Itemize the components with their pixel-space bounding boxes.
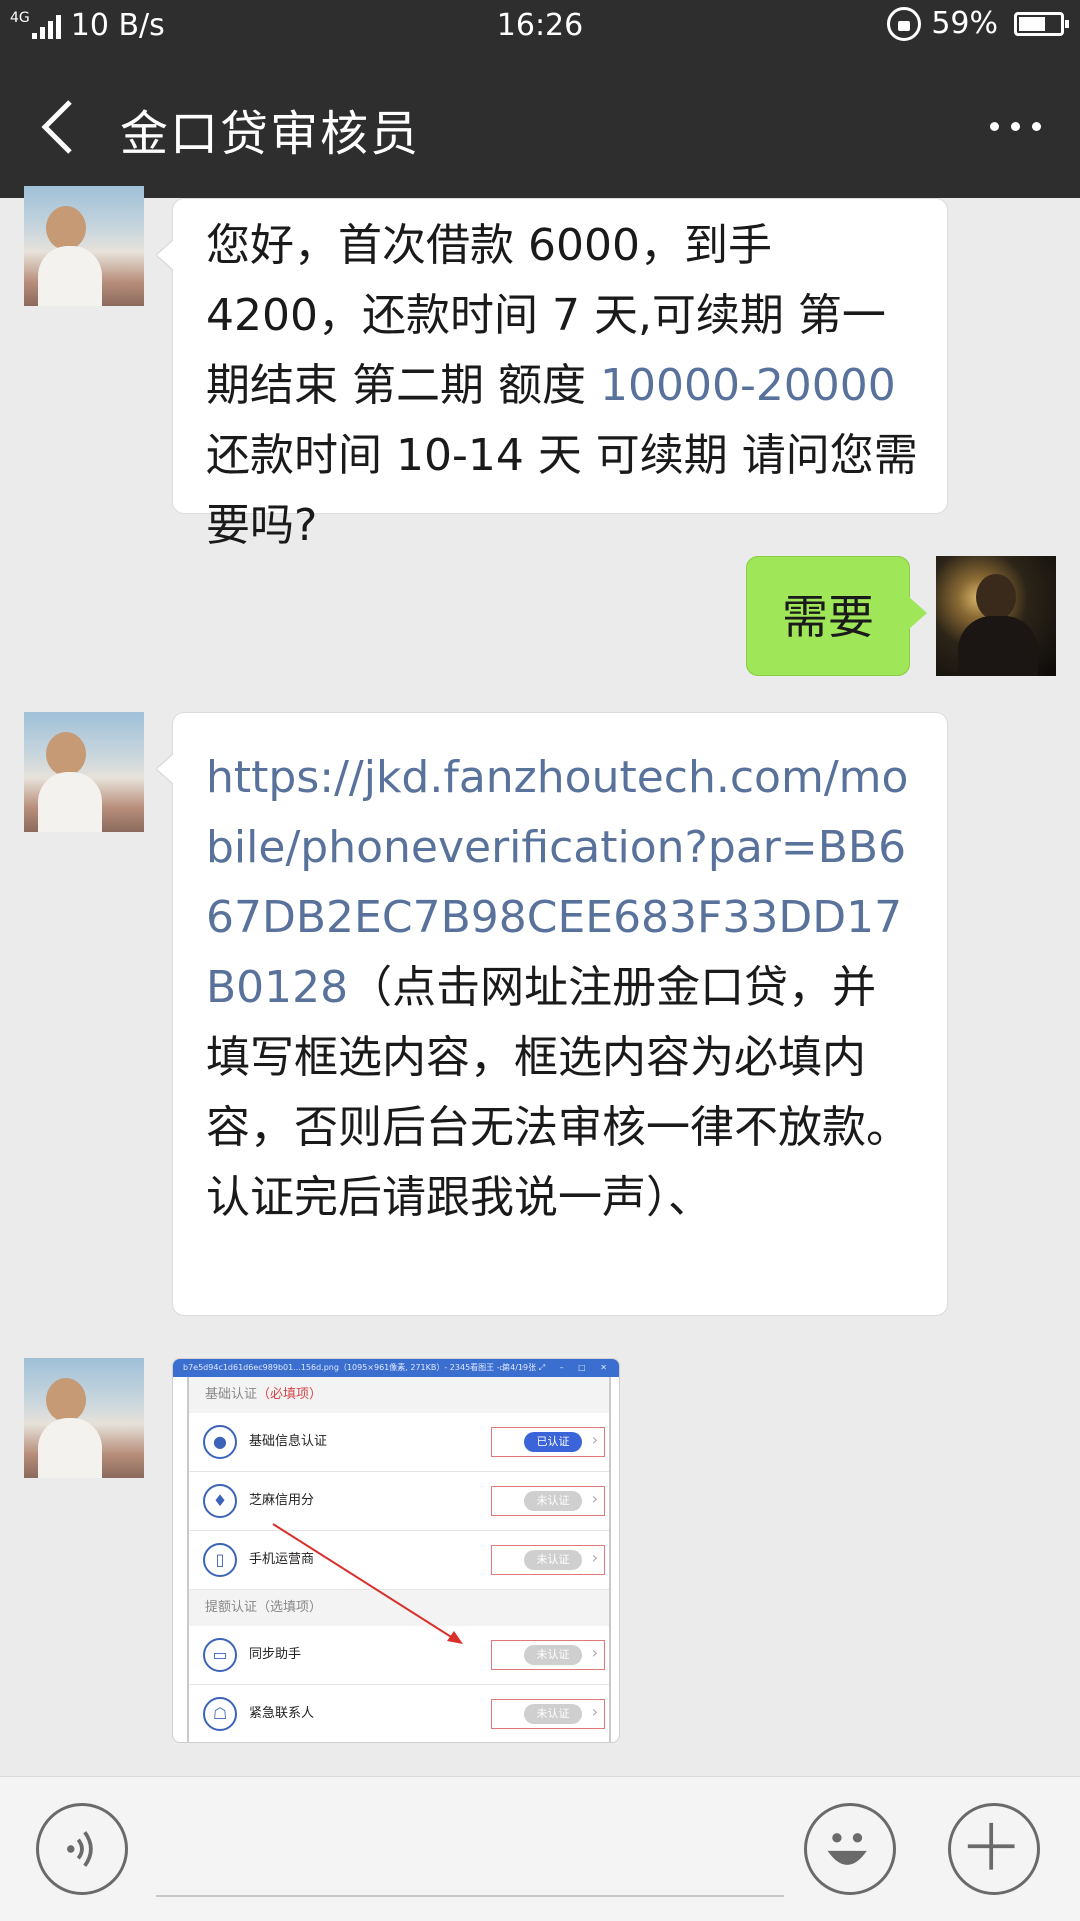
message-text: 需要	[782, 590, 874, 644]
chevron-right-icon: ›	[591, 1548, 598, 1567]
contact-avatar[interactable]	[24, 1358, 144, 1478]
image-message[interactable]: b7e5d94c1d61d6ec989b01...156d.png（1095×9…	[172, 1358, 620, 1743]
message-input[interactable]	[156, 1817, 784, 1897]
row-label: 紧急联系人	[249, 1706, 315, 1721]
battery-icon	[1014, 11, 1069, 36]
my-avatar[interactable]	[936, 556, 1056, 676]
chevron-right-icon: ›	[591, 1702, 598, 1721]
row-label: 手机运营商	[249, 1552, 315, 1567]
status-box: 未认证 ›	[491, 1486, 605, 1516]
more-dots-icon	[989, 121, 999, 131]
row-label: 芝麻信用分	[249, 1493, 315, 1508]
user-icon: ●	[203, 1425, 237, 1459]
contact-avatar[interactable]	[24, 186, 144, 306]
status-badge: 未认证	[524, 1645, 582, 1665]
book-icon: ▭	[203, 1638, 237, 1672]
section-header: 提额认证（选填项）	[189, 1590, 609, 1626]
flame-icon: ♦	[203, 1484, 237, 1518]
verification-row: ☖ 紧急联系人 未认证 ›	[189, 1685, 609, 1742]
image-window-title: b7e5d94c1d61d6ec989b01...156d.png（1095×9…	[183, 1363, 537, 1372]
phone-icon: ▯	[203, 1543, 237, 1577]
chevron-right-icon: ›	[591, 1489, 598, 1508]
status-badge: 未认证	[524, 1704, 582, 1724]
status-badge: 未认证	[524, 1550, 582, 1570]
row-label: 基础信息认证	[249, 1434, 328, 1449]
verification-list: 基础认证（必填项） ● 基础信息认证 已认证 › ♦ 芝麻信用分 未认证 › ▯ 手…	[187, 1377, 611, 1742]
more-functions-button[interactable]	[948, 1803, 1040, 1895]
chat-title: 金口贷审核员	[120, 106, 421, 162]
chevron-right-icon: ›	[591, 1430, 598, 1449]
window-buttons: ▫ ◦ ⤢ – □ ✕	[499, 1363, 613, 1372]
more-button[interactable]	[980, 106, 1050, 146]
verification-row: ▯ 手机运营商 未认证 ›	[189, 1531, 609, 1590]
message-text: 还款时间 10-14 天 可续期 请问您需要吗?	[206, 430, 918, 551]
received-message[interactable]: https://jkd.fanzhoutech.com/mobile/phone…	[155, 712, 948, 1316]
verification-row: ♦ 芝麻信用分 未认证 ›	[189, 1472, 609, 1531]
section-header: 基础认证（必填项）	[189, 1377, 609, 1413]
status-box: 已认证 ›	[491, 1427, 605, 1457]
network-type: 4G	[10, 9, 30, 26]
status-bar: 4G 10 B/s 16:26 59%	[0, 0, 1080, 56]
chat-header: 金口贷审核员	[0, 56, 1080, 198]
status-box: 未认证 ›	[491, 1699, 605, 1729]
status-box: 未认证 ›	[491, 1545, 605, 1575]
emoji-button[interactable]	[804, 1803, 896, 1895]
row-label: 同步助手	[249, 1647, 302, 1662]
network-speed: 10 B/s	[70, 8, 165, 43]
plus-icon	[967, 1822, 1015, 1870]
verification-row: ● 基础信息认证 已认证 ›	[189, 1413, 609, 1472]
chevron-right-icon: ›	[591, 1643, 598, 1662]
received-message[interactable]: 您好，首次借款 6000，到手 4200，还款时间 7 天,可续期 第一期结束 …	[155, 198, 948, 551]
rotation-lock-icon	[887, 6, 922, 41]
status-badge: 已认证	[524, 1432, 582, 1452]
verification-row: ▭ 同步助手 未认证 ›	[189, 1626, 609, 1685]
message-link[interactable]: 10000-20000	[600, 360, 896, 411]
voice-button[interactable]	[36, 1803, 128, 1895]
contact-icon: ☖	[203, 1697, 237, 1731]
contact-avatar[interactable]	[24, 712, 144, 832]
signal-icon	[31, 13, 61, 39]
sent-message[interactable]: 需要	[746, 556, 927, 676]
voice-icon	[67, 1831, 93, 1867]
back-button[interactable]	[30, 92, 90, 162]
emoji-icon	[827, 1833, 867, 1865]
status-badge: 未认证	[524, 1491, 582, 1511]
image-window-titlebar: b7e5d94c1d61d6ec989b01...156d.png（1095×9…	[173, 1359, 619, 1377]
input-bar	[0, 1776, 1080, 1921]
status-box: 未认证 ›	[491, 1640, 605, 1670]
chevron-left-icon	[41, 100, 72, 154]
battery-percent: 59%	[931, 6, 998, 41]
